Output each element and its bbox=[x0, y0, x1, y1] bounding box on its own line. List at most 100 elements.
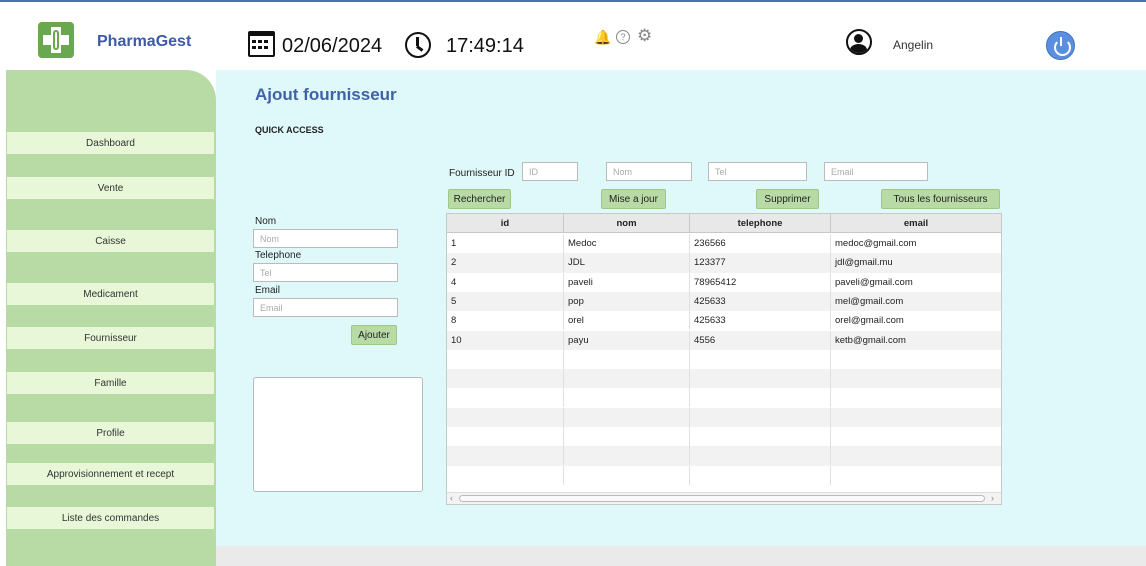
cell-id bbox=[447, 446, 564, 466]
cell-telephone: 78965412 bbox=[690, 272, 831, 292]
sidebar-item-famille[interactable]: Famille bbox=[7, 372, 214, 394]
nom-search-input[interactable] bbox=[606, 162, 692, 181]
update-button[interactable]: Mise a jour bbox=[601, 189, 666, 209]
cell-id bbox=[447, 407, 564, 427]
tel-search-input[interactable] bbox=[708, 162, 807, 181]
sidebar-item-approvisionnement[interactable]: Approvisionnement et recept bbox=[7, 463, 214, 485]
cell-email bbox=[831, 350, 1001, 369]
nom-label: Nom bbox=[255, 216, 277, 227]
sidebar-item-vente[interactable]: Vente bbox=[7, 177, 214, 199]
table-row[interactable]: 4 paveli 78965412 paveli@gmail.com bbox=[447, 272, 1001, 292]
help-icon[interactable]: ? bbox=[616, 30, 630, 44]
search-button[interactable]: Rechercher bbox=[448, 189, 511, 209]
email-search-input[interactable] bbox=[824, 162, 928, 181]
cell-email bbox=[831, 446, 1001, 465]
sidebar-item-dashboard[interactable]: Dashboard bbox=[7, 132, 214, 154]
add-button[interactable]: Ajouter bbox=[351, 325, 397, 345]
table-row[interactable] bbox=[447, 407, 1001, 427]
table-row[interactable] bbox=[447, 388, 1001, 408]
email-input[interactable] bbox=[253, 298, 398, 317]
telephone-input[interactable] bbox=[253, 263, 398, 282]
notes-textarea[interactable] bbox=[253, 377, 423, 492]
cell-email: ketb@gmail.com bbox=[835, 334, 906, 346]
cell-email bbox=[831, 466, 1001, 485]
sidebar-item-caisse[interactable]: Caisse bbox=[7, 230, 214, 252]
column-header-nom[interactable]: nom bbox=[564, 214, 690, 233]
table-row[interactable]: 8 orel 425633 orel@gmail.com bbox=[447, 311, 1001, 331]
column-header-id[interactable]: id bbox=[447, 214, 564, 233]
cell-telephone: 425633 bbox=[690, 291, 831, 311]
cell-id: 2 bbox=[447, 253, 564, 273]
cell-nom: Medoc bbox=[564, 234, 690, 253]
app-brand: PharmaGest bbox=[97, 33, 192, 50]
cell-nom bbox=[564, 427, 690, 446]
user-avatar-icon[interactable] bbox=[846, 29, 872, 55]
gear-icon[interactable]: ⚙ bbox=[637, 26, 652, 46]
id-search-input[interactable] bbox=[522, 162, 578, 181]
quick-access-label: QUICK ACCESS bbox=[255, 125, 324, 135]
cell-telephone bbox=[690, 349, 831, 369]
cell-id: 4 bbox=[447, 272, 564, 292]
cell-nom bbox=[564, 465, 690, 485]
table-row[interactable] bbox=[447, 369, 1001, 389]
page-title: Ajout fournisseur bbox=[255, 85, 397, 104]
telephone-label: Telephone bbox=[255, 250, 302, 261]
bell-icon[interactable]: 🔔 bbox=[594, 29, 611, 46]
cell-nom bbox=[564, 446, 690, 466]
nom-input[interactable] bbox=[253, 229, 398, 248]
sidebar: Dashboard Vente Caisse Medicament Fourni… bbox=[6, 70, 216, 566]
table-row[interactable] bbox=[447, 427, 1001, 446]
cell-telephone bbox=[690, 427, 831, 446]
cell-id bbox=[447, 427, 564, 446]
sidebar-item-profile[interactable]: Profile bbox=[7, 422, 214, 444]
pharmacy-logo-icon bbox=[38, 22, 74, 58]
cell-telephone bbox=[690, 388, 831, 408]
table-row[interactable]: 10 payu 4556 ketb@gmail.com bbox=[447, 330, 1001, 350]
table-row[interactable] bbox=[447, 465, 1001, 485]
current-date: 02/06/2024 bbox=[282, 35, 383, 57]
table-row[interactable]: 2 JDL 123377 jdl@gmail.mu bbox=[447, 253, 1001, 273]
column-header-email[interactable]: email bbox=[831, 214, 1001, 233]
cell-nom: paveli bbox=[564, 272, 690, 292]
cell-nom: payu bbox=[564, 330, 690, 350]
current-time: 17:49:14 bbox=[446, 35, 524, 57]
cell-telephone bbox=[690, 446, 831, 466]
calendar-icon bbox=[248, 31, 275, 57]
cell-id: 5 bbox=[447, 291, 564, 311]
sidebar-item-commandes[interactable]: Liste des commandes bbox=[7, 507, 214, 529]
table-row[interactable]: 1 Medoc 236566 medoc@gmail.com bbox=[447, 234, 1001, 253]
horizontal-scrollbar[interactable]: ‹ › bbox=[447, 492, 1001, 504]
table-header: id nom telephone email bbox=[447, 214, 1001, 233]
table-row[interactable] bbox=[447, 349, 1001, 369]
table-row[interactable] bbox=[447, 446, 1001, 466]
cell-id: 8 bbox=[447, 311, 564, 331]
cell-nom bbox=[564, 349, 690, 369]
cell-email bbox=[831, 388, 1001, 407]
cell-email: jdl@gmail.mu bbox=[835, 257, 893, 269]
power-icon[interactable] bbox=[1046, 31, 1075, 60]
cell-email: orel@gmail.com bbox=[835, 315, 904, 327]
cell-telephone: 425633 bbox=[690, 311, 831, 331]
cell-id bbox=[447, 388, 564, 408]
suppliers-table[interactable]: id nom telephone email 1 Medoc 236566 medoc… bbox=[446, 213, 1002, 505]
delete-button[interactable]: Supprimer bbox=[756, 189, 819, 209]
table-row[interactable]: 5 pop 425633 mel@gmail.com bbox=[447, 291, 1001, 312]
cell-nom bbox=[564, 388, 690, 408]
cell-email: paveli@gmail.com bbox=[835, 276, 913, 288]
cell-nom bbox=[564, 407, 690, 427]
cell-telephone bbox=[690, 369, 831, 389]
cell-nom: JDL bbox=[564, 253, 690, 273]
cell-email: medoc@gmail.com bbox=[835, 238, 917, 249]
cell-email: mel@gmail.com bbox=[835, 295, 904, 307]
cell-email bbox=[831, 369, 1001, 388]
status-strip bbox=[216, 546, 1146, 566]
all-suppliers-button[interactable]: Tous les fournisseurs bbox=[881, 189, 1000, 209]
sidebar-item-medicament[interactable]: Medicament bbox=[7, 283, 214, 305]
app-header: PharmaGest 02/06/2024 17:49:14 🔔 ? ⚙ Ang… bbox=[0, 2, 1146, 70]
column-header-telephone[interactable]: telephone bbox=[690, 214, 831, 233]
cell-telephone: 4556 bbox=[690, 330, 831, 350]
sidebar-item-fournisseur[interactable]: Fournisseur bbox=[7, 327, 214, 349]
clock-icon bbox=[405, 32, 431, 58]
cell-id: 10 bbox=[447, 330, 564, 350]
cell-id bbox=[447, 349, 564, 369]
